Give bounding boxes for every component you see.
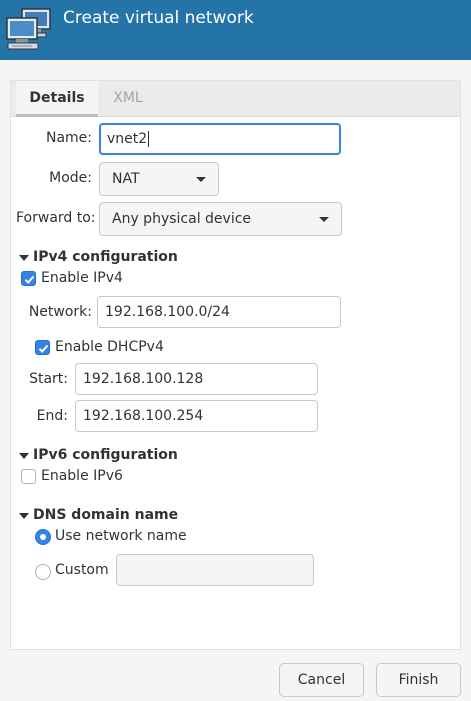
enable-dhcpv4-checkbox[interactable] <box>35 340 50 355</box>
use-network-name-radio[interactable] <box>35 529 51 545</box>
enable-ipv6-label[interactable]: Enable IPv6 <box>41 468 123 484</box>
title-bar: Create virtual network <box>0 0 471 60</box>
name-input-value: vnet2 <box>107 131 148 147</box>
dns-section-header[interactable]: DNS domain name <box>33 507 178 523</box>
enable-ipv4-label[interactable]: Enable IPv4 <box>41 270 123 286</box>
text-caret <box>148 131 150 147</box>
custom-dns-radio[interactable] <box>35 564 51 580</box>
checkmark-icon <box>38 344 49 353</box>
network-label: Network: <box>28 304 92 320</box>
tab-bar: Details XML <box>11 81 460 117</box>
mode-label: Mode: <box>49 170 92 186</box>
enable-ipv4-checkbox[interactable] <box>21 271 36 286</box>
expander-ipv6-icon[interactable] <box>19 453 29 459</box>
dhcp-end-input[interactable]: 192.168.100.254 <box>75 400 318 432</box>
forward-select[interactable]: Any physical device <box>99 202 342 236</box>
dhcp-start-input[interactable]: 192.168.100.128 <box>75 363 318 395</box>
network-computers-icon <box>4 6 54 52</box>
enable-dhcpv4-label[interactable]: Enable DHCPv4 <box>55 339 164 355</box>
expander-dns-icon[interactable] <box>19 513 29 519</box>
checkmark-icon <box>24 275 35 284</box>
name-label: Name: <box>45 130 92 146</box>
tab-xml[interactable]: XML <box>109 81 147 117</box>
forward-select-value: Any physical device <box>112 211 252 227</box>
finish-button[interactable]: Finish <box>376 663 461 697</box>
custom-dns-label[interactable]: Custom <box>55 562 109 578</box>
expander-ipv4-icon[interactable] <box>19 255 29 261</box>
enable-ipv6-checkbox[interactable] <box>21 469 36 484</box>
network-input[interactable]: 192.168.100.0/24 <box>97 296 341 328</box>
start-label: Start: <box>29 371 68 387</box>
tab-details[interactable]: Details <box>16 81 98 117</box>
mode-select-value: NAT <box>112 171 140 187</box>
chevron-down-icon <box>196 177 206 182</box>
end-label: End: <box>36 408 68 424</box>
forward-label: Forward to: <box>16 210 96 226</box>
use-network-name-label[interactable]: Use network name <box>55 528 187 544</box>
ipv4-section-header[interactable]: IPv4 configuration <box>33 249 178 265</box>
ipv6-section-header[interactable]: IPv6 configuration <box>33 447 178 463</box>
mode-select[interactable]: NAT <box>99 162 219 196</box>
custom-dns-input[interactable] <box>116 554 314 586</box>
window-title: Create virtual network <box>63 8 254 28</box>
name-input[interactable]: vnet2 <box>99 123 341 155</box>
cancel-button[interactable]: Cancel <box>279 663 364 697</box>
chevron-down-icon <box>319 217 329 222</box>
